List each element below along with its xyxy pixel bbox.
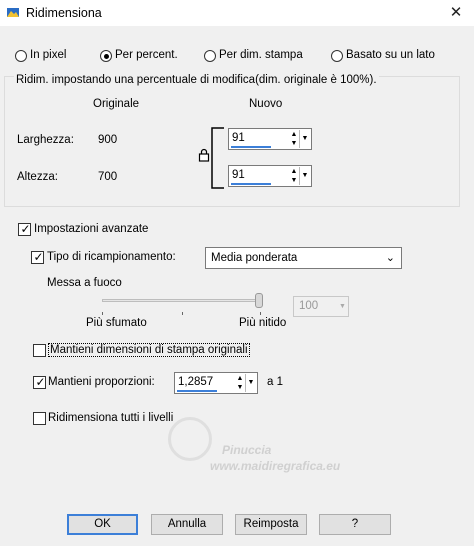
sharpen-slider-track[interactable] — [102, 299, 262, 302]
keep-print-checkbox[interactable] — [33, 344, 46, 357]
resample-label[interactable]: Tipo di ricampionamento: — [47, 251, 176, 263]
close-icon[interactable]: ✕ — [446, 3, 466, 23]
spin-arrows-icon[interactable]: ▲ ▼ — [289, 130, 299, 148]
ratio-input[interactable]: 1,2857 ▲ ▼ ▼ — [174, 372, 258, 394]
ok-button[interactable]: OK — [67, 514, 138, 535]
slider-tick — [260, 312, 261, 315]
dropdown-icon[interactable]: ▼ — [245, 374, 256, 392]
all-layers-label[interactable]: Ridimensiona tutti i livelli — [48, 412, 173, 424]
dropdown-icon: ▼ — [339, 303, 346, 310]
width-new-value: 91 — [232, 132, 245, 144]
ratio-value: 1,2857 — [178, 376, 214, 388]
keep-ratio-checkbox[interactable]: ✓ — [33, 375, 46, 389]
spin-arrows-icon[interactable]: ▲ ▼ — [235, 374, 245, 392]
height-new-input[interactable]: 91 ▲ ▼ ▼ — [228, 165, 312, 187]
window-title: Ridimensiona — [26, 6, 102, 20]
sharpen-label: Messa a fuoco — [47, 277, 122, 289]
radio-label-per-percent[interactable]: Per percent. — [115, 49, 178, 61]
sharpen-value-input: 100 ▼ — [293, 296, 349, 317]
keep-print-label[interactable]: Mantieni dimensioni di stampa originali — [48, 343, 250, 357]
width-label: Larghezza: — [17, 134, 74, 146]
chevron-down-icon: ⌄ — [385, 252, 395, 264]
column-new: Nuovo — [249, 98, 283, 110]
cancel-button[interactable]: Annulla — [151, 514, 223, 535]
radio-label-in-pixel[interactable]: In pixel — [30, 49, 66, 61]
radio-per-dim-stampa[interactable] — [204, 50, 216, 62]
group-caption: Ridim. impostando una percentuale di mod… — [14, 74, 379, 86]
dropdown-icon[interactable]: ▼ — [299, 130, 310, 148]
radio-per-percent[interactable] — [100, 50, 112, 62]
slider-tick — [182, 312, 183, 315]
all-layers-checkbox[interactable] — [33, 412, 46, 425]
sharpen-value: 100 — [299, 300, 319, 312]
radio-basato-su-lato[interactable] — [331, 50, 343, 62]
resample-select[interactable]: Media ponderata ⌄ — [205, 247, 402, 269]
app-icon — [7, 8, 19, 17]
width-new-input[interactable]: 91 ▲ ▼ ▼ — [228, 128, 312, 150]
watermark-name: Pinuccia — [222, 443, 272, 457]
radio-label-basato-su-lato[interactable]: Basato su un lato — [346, 49, 435, 61]
ratio-suffix: a 1 — [267, 376, 283, 388]
spin-arrows-icon[interactable]: ▲ ▼ — [289, 167, 299, 185]
watermark-logo — [168, 417, 212, 461]
dropdown-icon[interactable]: ▼ — [299, 167, 310, 185]
height-original-value: 700 — [98, 171, 118, 183]
radio-label-per-dim-stampa[interactable]: Per dim. stampa — [219, 49, 303, 61]
resample-select-value: Media ponderata — [211, 252, 298, 264]
column-original: Originale — [93, 98, 140, 110]
keep-ratio-label[interactable]: Mantieni proporzioni: — [48, 376, 155, 388]
height-label: Altezza: — [17, 171, 58, 183]
lock-icon[interactable] — [198, 148, 210, 162]
reset-button[interactable]: Reimposta — [235, 514, 307, 535]
advanced-checkbox[interactable]: ✓ — [18, 222, 31, 236]
resample-checkbox[interactable]: ✓ — [31, 250, 44, 264]
sharpen-slider-thumb[interactable] — [255, 293, 263, 308]
height-new-value: 91 — [232, 169, 245, 181]
sharpen-max-label: Più nitido — [239, 317, 287, 329]
help-button[interactable]: ? — [319, 514, 391, 535]
width-original-value: 900 — [98, 134, 118, 146]
radio-in-pixel[interactable] — [15, 50, 27, 62]
advanced-label[interactable]: Impostazioni avanzate — [34, 223, 148, 235]
slider-tick — [102, 312, 103, 315]
sharpen-min-label: Più sfumato — [86, 317, 147, 329]
watermark-url: www.maidiregrafica.eu — [210, 459, 341, 473]
